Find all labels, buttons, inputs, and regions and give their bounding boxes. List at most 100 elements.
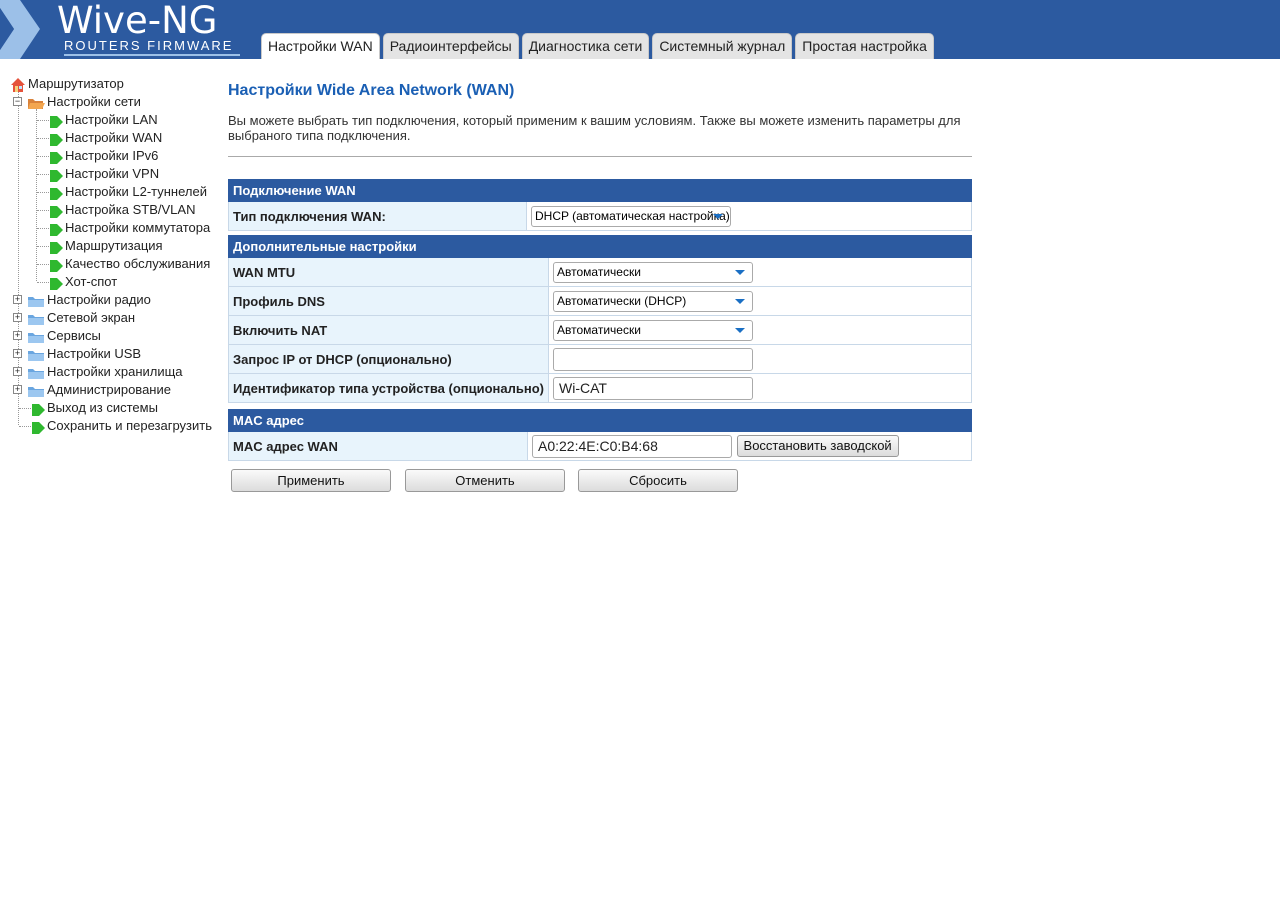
page-description: Вы можете выбрать тип подключения, котор… <box>228 113 961 143</box>
dns-profile-select[interactable]: Автоматически (DHCP) <box>553 290 754 312</box>
page-arrow-icon <box>50 260 63 272</box>
wan-type-value: DHCP (автоматическая настройка) <box>535 208 730 223</box>
tree-line <box>36 109 37 281</box>
wan-mtu-value: Автоматически <box>557 264 641 279</box>
expand-toggle-icon[interactable]: + <box>13 349 22 358</box>
collapse-toggle-icon[interactable]: − <box>13 97 22 106</box>
page-arrow-icon <box>50 170 63 182</box>
folder-open-icon <box>28 99 45 109</box>
chevron-down-icon <box>735 298 746 304</box>
folder-icon <box>28 315 44 325</box>
dhcp-ip-label: Запрос IP от DHCP (опционально) <box>227 344 550 374</box>
page-arrow-icon <box>32 422 45 434</box>
form-row: Включить NAT Автоматически <box>227 315 972 345</box>
section-header-row: MAC адрес <box>228 409 972 432</box>
form-row: Идентификатор типа устройства (опциональ… <box>227 373 972 403</box>
tab-radio-interfaces[interactable]: Радиоинтерфейсы <box>382 33 519 59</box>
vendor-id-cell: Wi-CAT <box>548 373 972 403</box>
sidebar-item-label: Выход из системы <box>47 400 158 415</box>
page-arrow-icon <box>50 152 63 164</box>
sidebar-item-label: Настройки хранилища <box>47 364 183 379</box>
logo-chevron-icon <box>0 0 40 59</box>
form-row: WAN MTU Автоматически <box>227 257 972 287</box>
wan-type-label: Тип подключения WAN: <box>228 201 527 231</box>
page-arrow-icon <box>50 224 63 236</box>
nat-cell: Автоматически <box>548 315 972 345</box>
wan-mtu-select[interactable]: Автоматически <box>553 261 754 283</box>
expand-toggle-icon[interactable]: + <box>13 331 22 340</box>
folder-icon <box>28 333 44 343</box>
form-row: Запрос IP от DHCP (опционально) <box>227 344 972 374</box>
page-arrow-icon <box>50 242 63 254</box>
wan-type-select[interactable]: DHCP (автоматическая настройка) <box>531 205 731 227</box>
sidebar-item-label: Сохранить и перезагрузить <box>47 418 212 433</box>
sidebar-item-label: Сервисы <box>47 328 101 343</box>
sidebar-item-label: Хот-спот <box>65 274 118 289</box>
sidebar-item-label: Настройки коммутатора <box>65 220 211 235</box>
sidebar-item-label: Администрирование <box>47 382 171 397</box>
folder-icon <box>28 351 44 361</box>
page-arrow-icon <box>32 404 45 416</box>
dns-profile-cell: Автоматически (DHCP) <box>548 286 972 316</box>
chevron-down-icon <box>713 213 723 219</box>
cancel-button[interactable]: Отменить <box>405 469 565 492</box>
section-header-row: Подключение WAN <box>228 179 972 202</box>
dns-profile-label: Профиль DNS <box>227 286 550 316</box>
form-row: Тип подключения WAN: DHCP (автоматическа… <box>228 201 972 231</box>
nat-select[interactable]: Автоматически <box>553 319 754 341</box>
wan-connection-table: Подключение WAN Тип подключения WAN: DHC… <box>228 179 972 231</box>
page-arrow-icon <box>50 116 63 128</box>
dhcp-ip-input[interactable] <box>553 347 754 371</box>
form-row: MAC адрес WAN A0:22:4E:C0:B4:68 Восстано… <box>228 431 972 461</box>
sidebar-item-label: Настройки USB <box>47 346 142 361</box>
folder-icon <box>28 369 44 379</box>
expand-toggle-icon[interactable]: + <box>13 313 22 322</box>
section-header-extra: Дополнительные настройки <box>228 235 972 258</box>
sidebar-item-label: Качество обслуживания <box>65 256 211 271</box>
vendor-id-input[interactable]: Wi-CAT <box>553 376 754 400</box>
section-header-wan: Подключение WAN <box>228 179 972 202</box>
top-header: Wive-NG ROUTERS FIRMWARE Настройки WAN Р… <box>0 0 1280 59</box>
page-arrow-icon <box>50 134 63 146</box>
expand-toggle-icon[interactable]: + <box>13 295 22 304</box>
page-arrow-icon <box>50 206 63 218</box>
section-header-mac: MAC адрес <box>228 409 972 432</box>
mac-address-table: MAC адрес MAC адрес WAN A0:22:4E:C0:B4:6… <box>228 409 972 461</box>
restore-factory-mac-button[interactable]: Восстановить заводской <box>736 435 899 457</box>
folder-icon <box>28 387 44 397</box>
sidebar-item-label: Настройки WAN <box>65 130 163 145</box>
page-title: Настройки Wide Area Network (WAN) <box>228 82 515 99</box>
sidebar-item-label: Маршрутизация <box>65 238 163 253</box>
divider <box>228 156 972 157</box>
dhcp-ip-cell <box>548 344 972 374</box>
expand-toggle-icon[interactable]: + <box>13 367 22 376</box>
logo-title: Wive-NG <box>57 0 218 42</box>
logo-subtitle: ROUTERS FIRMWARE <box>64 38 234 53</box>
sidebar-item-label: Настройки радио <box>47 292 151 307</box>
sidebar-item-label: Настройка STB/VLAN <box>65 202 196 217</box>
logo-underline <box>64 54 240 56</box>
tab-wan-settings[interactable]: Настройки WAN <box>261 33 380 59</box>
tab-network-diagnostics[interactable]: Диагностика сети <box>521 33 650 59</box>
expand-toggle-icon[interactable]: + <box>13 385 22 394</box>
sidebar-item-label: Сетевой экран <box>47 310 136 325</box>
wan-mtu-label: WAN MTU <box>227 257 550 287</box>
form-row: Профиль DNS Автоматически (DHCP) <box>227 286 972 316</box>
sidebar-root-label: Маршрутизатор <box>28 76 124 91</box>
tab-simple-setup[interactable]: Простая настройка <box>795 33 934 59</box>
chevron-down-icon <box>735 327 746 333</box>
mac-wan-input[interactable]: A0:22:4E:C0:B4:68 <box>532 434 732 458</box>
tab-system-log[interactable]: Системный журнал <box>652 33 793 59</box>
folder-icon <box>28 297 44 307</box>
top-tabs: Настройки WAN Радиоинтерфейсы Диагностик… <box>261 33 934 59</box>
wan-mtu-cell: Автоматически <box>548 257 972 287</box>
vendor-id-label: Идентификатор типа устройства (опциональ… <box>227 373 550 403</box>
apply-button[interactable]: Применить <box>231 469 391 492</box>
reset-button[interactable]: Сбросить <box>578 469 738 492</box>
mac-wan-cell: A0:22:4E:C0:B4:68 Восстановить заводской <box>527 431 972 461</box>
mac-wan-label: MAC адрес WAN <box>228 431 528 461</box>
home-icon <box>11 78 25 92</box>
sidebar-item-label: Настройки IPv6 <box>65 148 159 163</box>
sidebar-item-label: Настройки сети <box>47 94 141 109</box>
nat-value: Автоматически <box>557 322 641 337</box>
